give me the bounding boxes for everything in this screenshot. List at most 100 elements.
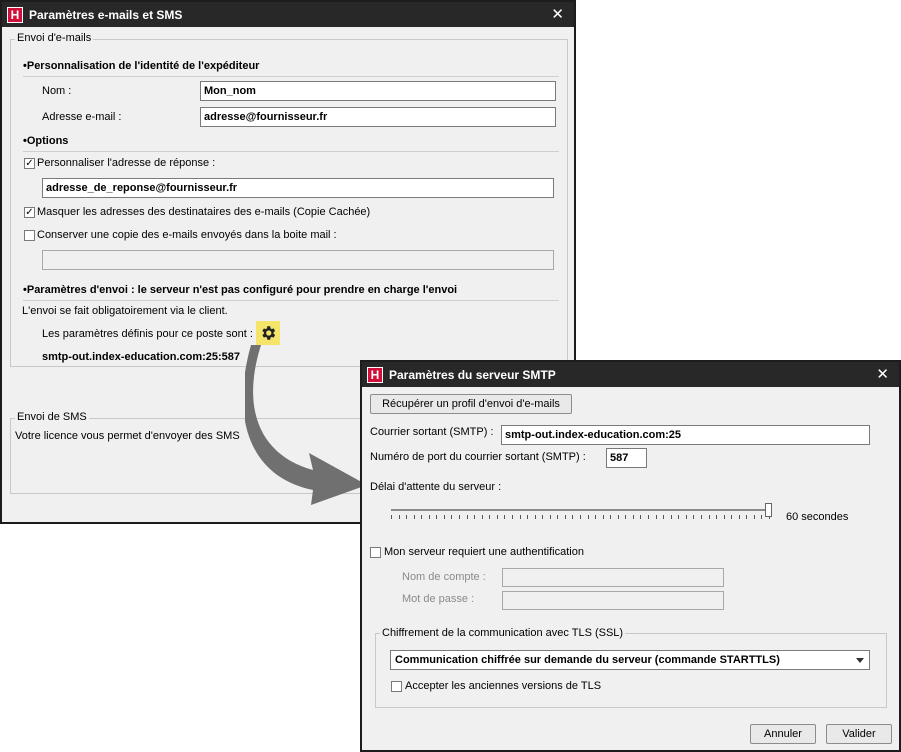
slider-tick bbox=[671, 515, 672, 519]
old-tls-label: Accepter les anciennes versions de TLS bbox=[405, 680, 602, 692]
keep-copy-label: Conserver une copie des e-mails envoyés … bbox=[37, 229, 337, 241]
password-label: Mot de passe : bbox=[402, 593, 475, 605]
slider-tick bbox=[467, 515, 468, 519]
slider-tick bbox=[550, 515, 551, 519]
slider-tick bbox=[482, 515, 483, 519]
smtp-titlebar[interactable]: H Paramètres du serveur SMTP ✕ bbox=[362, 362, 899, 387]
validate-button[interactable]: Valider bbox=[826, 724, 892, 744]
timeout-label: Délai d'attente du serveur : bbox=[370, 481, 502, 493]
slider-tick bbox=[693, 515, 694, 519]
name-field[interactable]: Mon_nom bbox=[200, 81, 556, 101]
slider-tick bbox=[565, 515, 566, 519]
sms-group-legend: Envoi de SMS bbox=[15, 411, 89, 423]
slider-tick bbox=[572, 515, 573, 519]
slider-tick bbox=[648, 515, 649, 519]
slider-tick bbox=[444, 515, 445, 519]
slider-tick bbox=[746, 515, 747, 519]
slider-tick bbox=[709, 515, 710, 519]
divider bbox=[23, 76, 559, 77]
options-section-title: •Options bbox=[23, 135, 69, 147]
slider-tick bbox=[399, 515, 400, 519]
arrow-icon bbox=[245, 345, 367, 505]
slider-tick bbox=[580, 515, 581, 519]
slider-tick bbox=[656, 515, 657, 519]
reply-address-field[interactable]: adresse_de_reponse@fournisseur.fr bbox=[42, 178, 554, 198]
outgoing-label: Courrier sortant (SMTP) : bbox=[370, 426, 494, 438]
account-label: Nom de compte : bbox=[402, 571, 486, 583]
slider-tick bbox=[542, 515, 543, 519]
slider-tick bbox=[640, 515, 641, 519]
keep-copy-mailbox-field bbox=[42, 250, 554, 270]
bcc-label: Masquer les adresses des destinataires d… bbox=[37, 206, 371, 218]
slider-tick bbox=[535, 515, 536, 519]
timeout-value: 60 secondes bbox=[786, 511, 849, 523]
slider-tick bbox=[391, 515, 392, 519]
slider-tick bbox=[610, 515, 611, 519]
slider-tick bbox=[595, 515, 596, 519]
tls-group bbox=[375, 633, 887, 708]
slider-tick bbox=[451, 515, 452, 519]
auth-label: Mon serveur requiert une authentificatio… bbox=[384, 546, 584, 558]
slider-tick bbox=[459, 515, 460, 519]
slider-tick bbox=[504, 515, 505, 519]
slider-tick bbox=[520, 515, 521, 519]
slider-tick bbox=[436, 515, 437, 519]
divider bbox=[23, 151, 559, 152]
reply-address-checkbox[interactable]: ✓ bbox=[24, 158, 35, 169]
slider-tick bbox=[739, 515, 740, 519]
slider-tick bbox=[686, 515, 687, 519]
app-icon: H bbox=[7, 6, 23, 23]
cancel-button[interactable]: Annuler bbox=[750, 724, 816, 744]
reply-address-label: Personnaliser l'adresse de réponse : bbox=[37, 157, 216, 169]
slider-tick bbox=[474, 515, 475, 519]
slider-tick bbox=[701, 515, 702, 519]
slider-tick bbox=[625, 515, 626, 519]
account-field bbox=[502, 568, 724, 587]
tls-group-legend: Chiffrement de la communication avec TLS… bbox=[380, 627, 626, 639]
slider-tick bbox=[761, 515, 762, 519]
slider-tick bbox=[527, 515, 528, 519]
app-icon: H bbox=[367, 366, 383, 383]
close-icon[interactable]: ✕ bbox=[876, 365, 889, 383]
email-sms-titlebar[interactable]: H Paramètres e-mails et SMS ✕ bbox=[2, 2, 574, 27]
slider-tick bbox=[489, 515, 490, 519]
close-icon[interactable]: ✕ bbox=[551, 5, 564, 23]
old-tls-checkbox[interactable] bbox=[391, 681, 402, 692]
slider-tick bbox=[429, 515, 430, 519]
tls-mode-select[interactable]: Communication chiffrée sur demande du se… bbox=[390, 650, 870, 670]
auth-checkbox[interactable] bbox=[370, 547, 381, 558]
slider-tick bbox=[512, 515, 513, 519]
keep-copy-checkbox[interactable] bbox=[24, 230, 35, 241]
name-label: Nom : bbox=[42, 85, 72, 97]
slider-tick bbox=[754, 515, 755, 519]
smtp-dialog-title: Paramètres du serveur SMTP bbox=[389, 367, 556, 382]
send-params-section-title: •Paramètres d'envoi : le serveur n'est p… bbox=[23, 284, 458, 296]
slider-tick bbox=[633, 515, 634, 519]
slider-tick bbox=[618, 515, 619, 519]
slider-tick bbox=[414, 515, 415, 519]
smtp-summary: smtp-out.index-education.com:25:587 bbox=[42, 351, 241, 363]
slider-tick bbox=[603, 515, 604, 519]
smtp-settings-button[interactable] bbox=[256, 321, 280, 345]
email-label: Adresse e-mail : bbox=[42, 111, 122, 123]
email-field[interactable]: adresse@fournisseur.fr bbox=[200, 107, 556, 127]
smtp-dialog: H Paramètres du serveur SMTP ✕ Récupérer… bbox=[360, 360, 901, 752]
bcc-checkbox[interactable]: ✓ bbox=[24, 207, 35, 218]
retrieve-profile-button[interactable]: Récupérer un profil d'envoi d'e-mails bbox=[370, 394, 572, 414]
slider-tick bbox=[406, 515, 407, 519]
slider-tick bbox=[663, 515, 664, 519]
slider-tick bbox=[724, 515, 725, 519]
slider-tick bbox=[731, 515, 732, 519]
password-field bbox=[502, 591, 724, 610]
outgoing-server-field[interactable]: smtp-out.index-education.com:25 bbox=[501, 425, 870, 445]
sms-licence-text: Votre licence vous permet d'envoyer des … bbox=[15, 430, 240, 442]
timeout-slider[interactable] bbox=[391, 509, 769, 511]
divider bbox=[23, 300, 559, 301]
email-group-legend: Envoi d'e-mails bbox=[15, 32, 94, 44]
port-label: Numéro de port du courrier sortant (SMTP… bbox=[370, 451, 586, 463]
tls-mode-selected: Communication chiffrée sur demande du se… bbox=[395, 654, 780, 666]
dialog-title: Paramètres e-mails et SMS bbox=[29, 7, 183, 22]
timeout-slider-thumb[interactable] bbox=[765, 503, 772, 517]
curved-arrow-shape bbox=[245, 345, 367, 505]
port-field[interactable]: 587 bbox=[606, 448, 647, 468]
